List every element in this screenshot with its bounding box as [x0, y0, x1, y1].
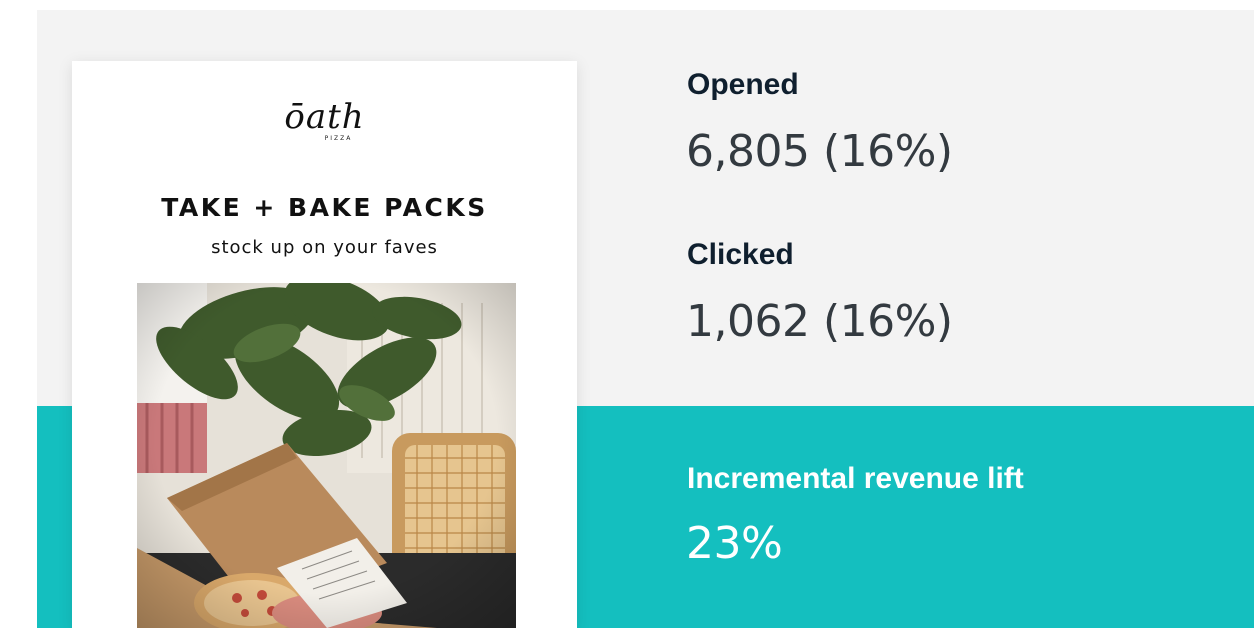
revenue-lift-value: 23% — [686, 518, 783, 569]
email-subhead: stock up on your faves — [211, 237, 438, 258]
revenue-lift-label: Incremental revenue lift — [687, 462, 1024, 495]
brand-logo-wordmark: ōath — [284, 97, 365, 137]
opened-value: 6,805 (16%) — [686, 126, 953, 177]
pizza-box-illustration — [137, 283, 516, 628]
clicked-value: 1,062 (16%) — [686, 296, 953, 347]
brand-logo: ōath PIZZA — [72, 97, 577, 142]
brand-logo-subtitle: PIZZA — [324, 135, 353, 142]
opened-label: Opened — [687, 68, 799, 101]
pizza-box-photo — [137, 283, 516, 628]
email-headline: TAKE + BAKE PACKS — [161, 193, 488, 222]
clicked-label: Clicked — [687, 238, 794, 271]
case-study-banner: ōath PIZZA TAKE + BAKE PACKS stock up on… — [0, 0, 1254, 628]
email-preview-card: ōath PIZZA TAKE + BAKE PACKS stock up on… — [72, 61, 577, 628]
